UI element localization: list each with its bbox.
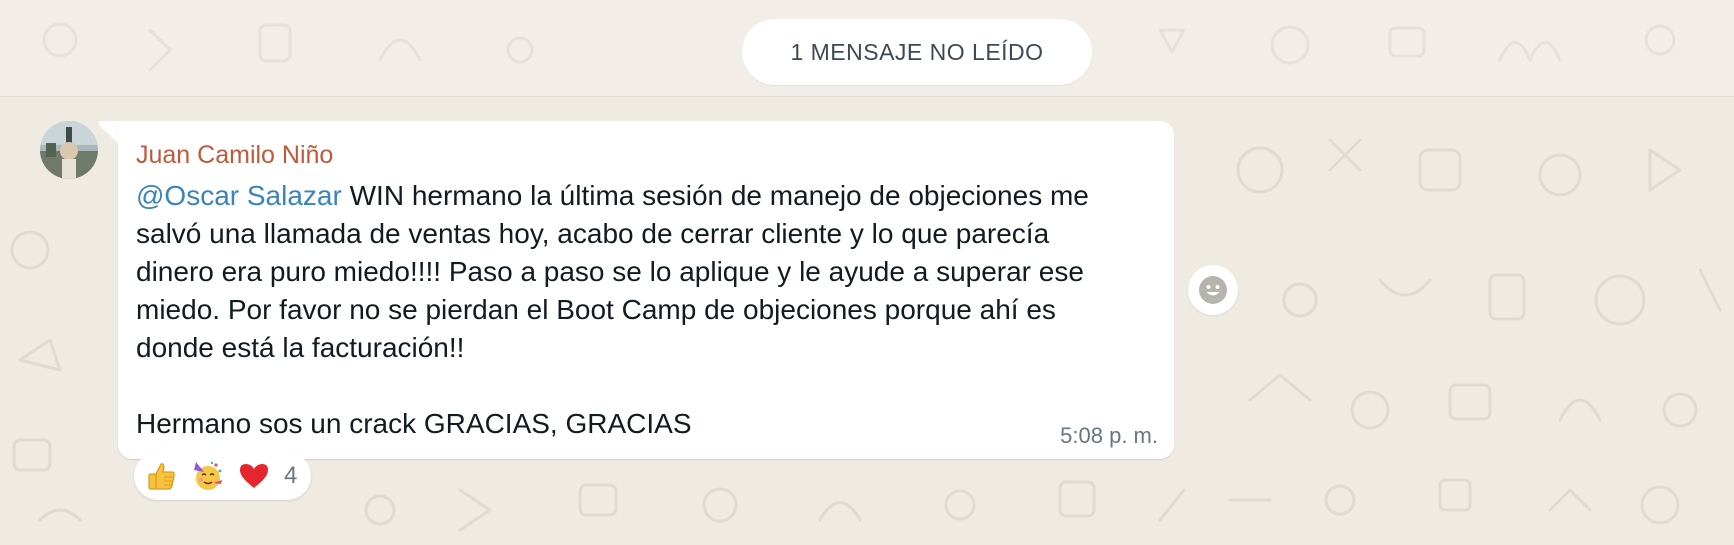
partying-face-icon bbox=[194, 461, 222, 490]
thumbs-up-icon bbox=[148, 463, 175, 490]
sender-avatar[interactable] bbox=[40, 121, 98, 179]
message-bubble[interactable]: Juan Camilo Niño @Oscar Salazar WIN herm… bbox=[118, 121, 1174, 459]
avatar-photo-icon bbox=[40, 121, 98, 179]
message-line: dinero era puro miedo!!!! Paso a paso se… bbox=[136, 256, 1084, 287]
reactions-bar[interactable]: 4 bbox=[134, 452, 312, 500]
sender-name[interactable]: Juan Camilo Niño bbox=[136, 141, 333, 170]
message-line: WIN hermano la última sesión de manejo d… bbox=[349, 180, 1089, 211]
message-text: @Oscar Salazar WIN hermano la última ses… bbox=[136, 177, 1136, 443]
react-emoji-button[interactable] bbox=[1188, 265, 1238, 315]
unread-messages-label: 1 MENSAJE NO LEÍDO bbox=[790, 38, 1044, 65]
message-timestamp: 5:08 p. m. bbox=[1060, 423, 1158, 448]
message-line: donde está la facturación!! bbox=[136, 332, 465, 363]
message-line: miedo. Por favor no se pierdan el Boot C… bbox=[136, 294, 1056, 325]
smiley-icon bbox=[1199, 276, 1227, 304]
mention-link[interactable]: @Oscar Salazar bbox=[136, 180, 342, 211]
message-line: salvó una llamada de ventas hoy, acabo d… bbox=[136, 218, 1050, 249]
unread-messages-badge: 1 MENSAJE NO LEÍDO bbox=[742, 19, 1092, 85]
message-line: Hermano sos un crack GRACIAS, GRACIAS bbox=[136, 408, 692, 439]
bubble-tail bbox=[98, 121, 120, 145]
reaction-count: 4 bbox=[284, 462, 298, 489]
red-heart-icon bbox=[240, 464, 268, 488]
